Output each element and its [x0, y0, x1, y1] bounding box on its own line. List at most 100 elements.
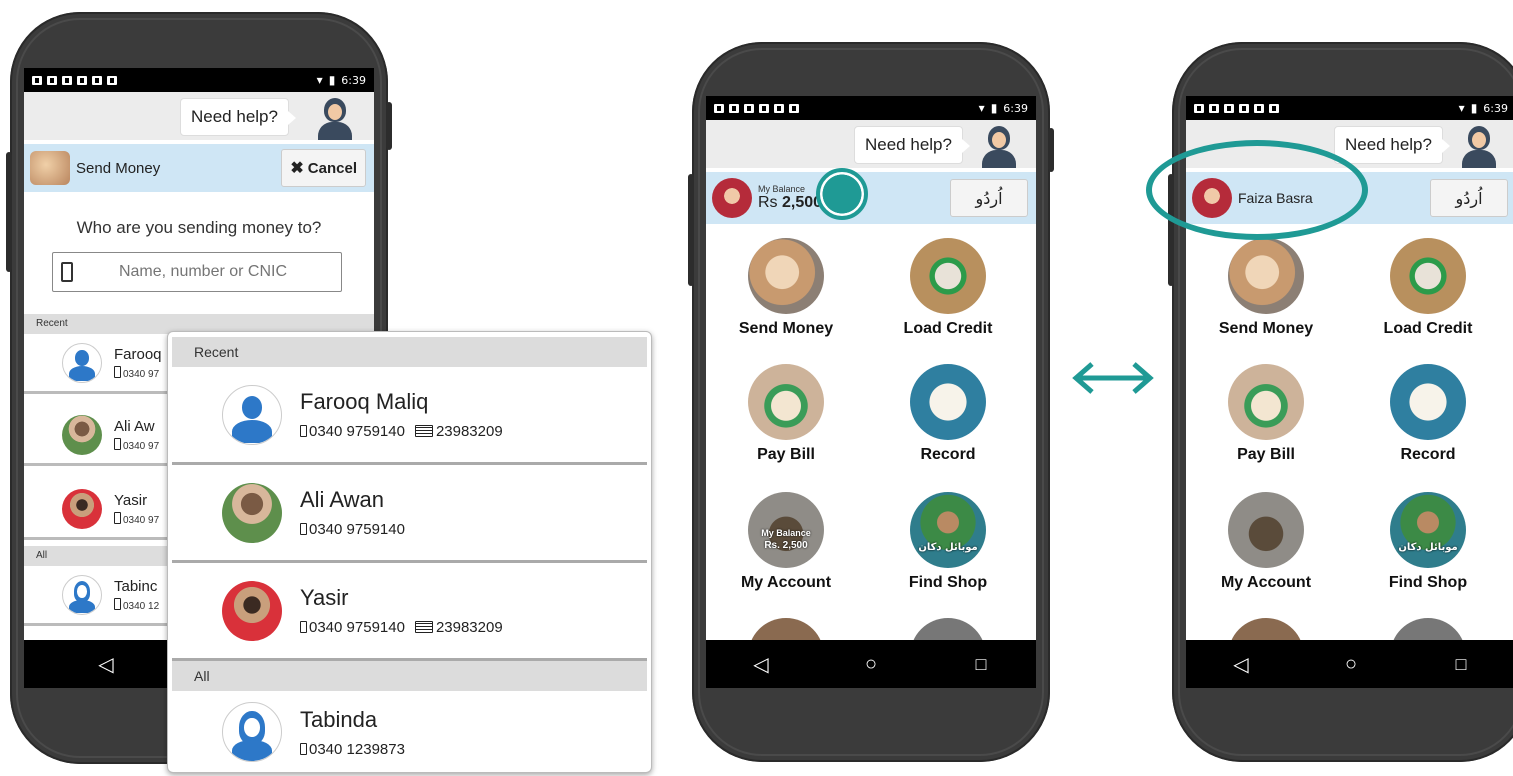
- wifi-icon: ▾: [978, 101, 985, 115]
- home-icon[interactable]: ○: [851, 644, 891, 684]
- default-female-avatar-icon: [222, 702, 282, 762]
- home-icon[interactable]: ○: [1331, 644, 1371, 684]
- contact-phone: 0340 9759140: [309, 521, 405, 538]
- clock: 6:39: [341, 73, 366, 87]
- contact-list-zoom: Recent Farooq Maliq 0340 9759140 2398320…: [167, 331, 652, 773]
- screen: ▾ ▮ 6:39 Need help? My Balance Rs 2,500 …: [706, 96, 1036, 688]
- tile-record[interactable]: Record: [888, 364, 1008, 464]
- record-icon: [910, 364, 986, 440]
- support-agent-icon[interactable]: [314, 96, 356, 140]
- notification-icon: [32, 75, 42, 85]
- tile-send-money[interactable]: Send Money: [726, 238, 846, 338]
- contact-row[interactable]: Tabinda 0340 1239873: [172, 691, 647, 772]
- recipient-search-box[interactable]: [52, 252, 342, 292]
- notification-icon: [1224, 103, 1234, 113]
- phone-side-button: [1048, 128, 1054, 172]
- balance-display[interactable]: My Balance Rs 2,500: [758, 184, 822, 212]
- tile-label: Pay Bill: [757, 446, 815, 463]
- load-credit-icon: [1390, 238, 1466, 314]
- status-bar: ▾ ▮ 6:39: [24, 68, 374, 92]
- phone-icon: [300, 742, 307, 755]
- clock: 6:39: [1003, 101, 1028, 115]
- tile-load-credit[interactable]: Load Credit: [1368, 238, 1488, 338]
- contact-phone: 0340 9759140: [309, 619, 405, 636]
- notification-icon: [1269, 103, 1279, 113]
- close-icon: ✖: [290, 160, 304, 177]
- tile-label: Record: [920, 446, 976, 463]
- recents-icon[interactable]: □: [961, 644, 1001, 684]
- notification-icon: [1194, 103, 1204, 113]
- tile-record[interactable]: Record: [1368, 364, 1488, 464]
- contact-name: Ali Aw: [114, 417, 155, 435]
- help-label: Need help?: [865, 135, 952, 154]
- battery-icon: ▮: [1470, 101, 1478, 115]
- tile-label: Load Credit: [903, 320, 993, 337]
- contact-meta: 0340 12: [123, 600, 160, 612]
- recents-icon[interactable]: □: [1441, 644, 1481, 684]
- phone-icon: [114, 437, 121, 450]
- tile-pay-bill[interactable]: Pay Bill: [1206, 364, 1326, 464]
- tile-send-money[interactable]: Send Money: [1206, 238, 1326, 338]
- default-female-avatar-icon: [62, 574, 102, 615]
- tile-my-account[interactable]: My Balance Rs. 2,500 My Account: [726, 492, 846, 592]
- back-icon[interactable]: ◁: [86, 644, 126, 684]
- contact-row[interactable]: Ali Awan 0340 9759140: [172, 465, 647, 563]
- help-bar: Need help?: [24, 92, 374, 140]
- help-button[interactable]: Need help?: [180, 98, 296, 136]
- phone-home-balance: ▾ ▮ 6:39 Need help? My Balance Rs 2,500 …: [688, 42, 1054, 762]
- tile-label: Record: [1400, 446, 1456, 463]
- pay-bill-icon: [1228, 364, 1304, 440]
- pay-bill-icon: [748, 364, 824, 440]
- contact-row[interactable]: Farooq Maliq 0340 9759140 23983209: [172, 367, 647, 465]
- language-toggle-button[interactable]: اُردُو: [950, 179, 1028, 217]
- tile-label: Send Money: [738, 320, 834, 337]
- support-agent-icon[interactable]: [978, 124, 1020, 168]
- help-button[interactable]: Need help?: [1334, 126, 1450, 164]
- notification-icon: [1254, 103, 1264, 113]
- highlight-ring: [1146, 140, 1368, 240]
- contact-name: Ali Awan: [300, 487, 384, 512]
- contact-photo-avatar: [222, 580, 282, 641]
- my-account-icon: My Balance Rs. 2,500: [748, 492, 824, 568]
- tile-label: Load Credit: [1383, 320, 1473, 337]
- send-money-icon: [30, 151, 70, 185]
- phone-icon: [61, 262, 73, 282]
- contact-cnic: 23983209: [435, 423, 503, 440]
- contact-meta: 0340 97: [123, 368, 160, 380]
- notification-icons: [32, 75, 117, 85]
- tile-my-account[interactable]: My Account: [1206, 492, 1326, 592]
- support-agent-icon[interactable]: [1458, 124, 1500, 168]
- tile-shop-sign: موبائل دکان: [918, 542, 978, 553]
- contact-photo-avatar: [222, 482, 282, 543]
- tile-balance-caption: My Balance: [761, 528, 811, 538]
- id-card-icon: [414, 425, 433, 437]
- default-avatar-icon: [222, 384, 282, 445]
- language-toggle-button[interactable]: اُردُو: [1430, 179, 1508, 217]
- notification-icon: [77, 75, 87, 85]
- send-money-icon: [1228, 238, 1304, 314]
- back-icon[interactable]: ◁: [741, 644, 781, 684]
- tile-load-credit[interactable]: Load Credit: [888, 238, 1008, 338]
- tile-balance-value: Rs. 2,500: [764, 540, 808, 551]
- back-icon[interactable]: ◁: [1221, 644, 1261, 684]
- tile-label: Pay Bill: [1237, 446, 1295, 463]
- tile-find-shop[interactable]: موبائل دکان Find Shop: [888, 492, 1008, 592]
- notification-icon: [759, 103, 769, 113]
- cancel-label: Cancel: [307, 159, 357, 177]
- user-avatar[interactable]: [712, 178, 752, 218]
- contact-name: Farooq: [114, 345, 162, 363]
- tile-pay-bill[interactable]: Pay Bill: [726, 364, 846, 464]
- recipient-search-input[interactable]: [73, 263, 333, 281]
- contact-name: Farooq Maliq: [300, 389, 429, 414]
- wifi-icon: ▾: [316, 73, 323, 87]
- battery-icon: ▮: [990, 101, 998, 115]
- tile-label: My Account: [1220, 574, 1312, 591]
- contact-row[interactable]: Yasir 0340 9759140 23983209: [172, 563, 647, 661]
- notification-icon: [107, 75, 117, 85]
- tile-find-shop[interactable]: موبائل دکان Find Shop: [1368, 492, 1488, 592]
- cancel-button[interactable]: ✖ Cancel: [281, 149, 366, 187]
- status-bar: ▾ ▮ 6:39: [706, 96, 1036, 120]
- help-button[interactable]: Need help?: [854, 126, 970, 164]
- phone-icon: [300, 523, 307, 535]
- phone-icon: [114, 597, 121, 610]
